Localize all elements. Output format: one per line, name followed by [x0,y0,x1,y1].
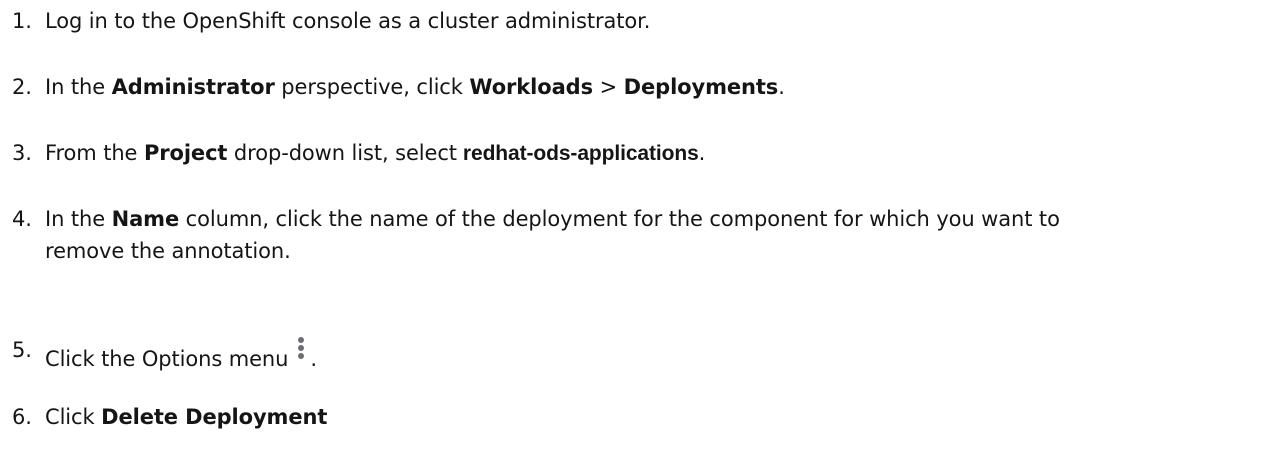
step-6-text-a: Click [45,405,102,429]
step-text: From the Project drop-down list, select r… [45,137,705,170]
step-2-text-a: In the [45,75,112,99]
step-5-text-a: Click the Options menu [45,347,289,371]
step-3-text-a: From the [45,141,144,165]
step-number: 5. [12,338,32,362]
step-4-text-a: In the [45,207,112,231]
delete-deployment-term: Delete Deployment [101,405,328,429]
project-term: Project [143,141,228,165]
step-number: 2. [12,75,32,99]
step-number: 6. [12,405,32,429]
name-term: Name [111,207,180,231]
step-2-text-b: perspective, click [274,75,470,99]
step-2-period: . [778,75,785,99]
step-number: 3. [12,141,32,165]
step-number: 1. [12,9,32,33]
step-text: Click the Options menu. [45,334,317,375]
namespace-name: redhat-ods-applications [462,142,699,165]
step-1-text: Log in to the OpenShift console as a clu… [45,9,651,33]
step-2-separator: > [593,75,624,99]
step-text: Click Delete Deployment [45,401,327,433]
step-3-period: . [698,141,706,165]
procedure-steps-list: 1. Log in to the OpenShift console as a … [0,0,1263,450]
workloads-term: Workloads [469,75,593,99]
kebab-menu-icon [296,334,306,370]
step-4-continuation: remove the annotation. [45,239,291,263]
step-5-period: . [310,347,317,371]
step-text: In the Name column, click the name of th… [45,203,1060,235]
step-text: Log in to the OpenShift console as a clu… [45,5,650,37]
step-3-text-b: drop-down list, select [227,141,457,165]
deployments-term: Deployments [623,75,779,99]
step-4-text-b: column, click the name of the deployment… [179,207,1060,231]
administrator-term: Administrator [111,75,275,99]
step-number: 4. [12,207,32,231]
step-text: In the Administrator perspective, click … [45,71,785,103]
